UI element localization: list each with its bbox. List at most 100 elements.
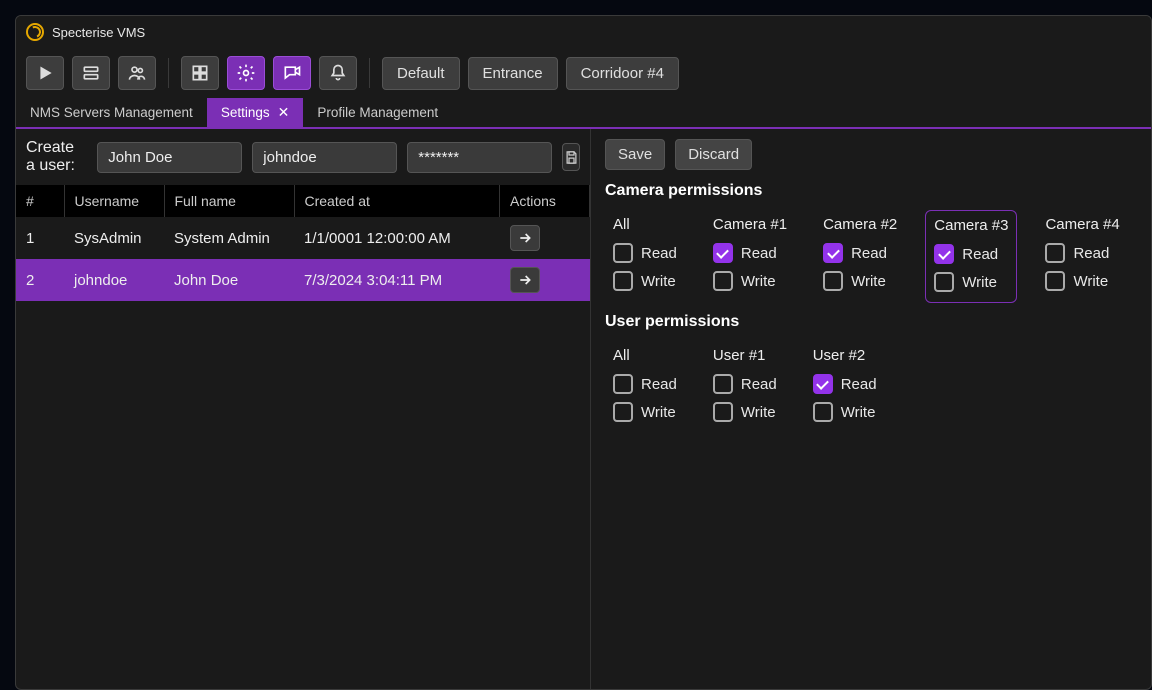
table-row[interactable]: 2johndoeJohn Doe7/3/2024 3:04:11 PM: [16, 259, 590, 301]
grid-button[interactable]: [181, 56, 219, 90]
write-checkbox[interactable]: [823, 271, 843, 291]
user-permissions-title: User permissions: [605, 313, 1137, 331]
write-checkbox[interactable]: [713, 271, 733, 291]
table-row[interactable]: 1SysAdminSystem Admin1/1/0001 12:00:00 A…: [16, 217, 590, 259]
camera-permissions-title: Camera permissions: [605, 182, 1137, 200]
cell-created: 7/3/2024 3:04:11 PM: [294, 259, 500, 301]
open-user-button[interactable]: [510, 267, 540, 293]
write-checkbox[interactable]: [613, 271, 633, 291]
tab-label: Settings: [221, 105, 270, 120]
permission-column-title: Camera #2: [823, 216, 897, 233]
read-checkbox[interactable]: [1045, 243, 1065, 263]
cell-num: 2: [16, 259, 64, 301]
col-num: #: [16, 185, 64, 217]
write-checkbox[interactable]: [813, 402, 833, 422]
write-label: Write: [1073, 273, 1108, 290]
read-label: Read: [851, 245, 887, 262]
permission-read-row: Read: [823, 243, 897, 263]
read-checkbox[interactable]: [713, 243, 733, 263]
tab-profile-management[interactable]: Profile Management: [303, 98, 452, 127]
read-checkbox[interactable]: [713, 374, 733, 394]
toolbar-separator: [168, 58, 169, 88]
permission-column-title: All: [613, 347, 677, 364]
open-user-button[interactable]: [510, 225, 540, 251]
permission-column: Camera #3ReadWrite: [925, 210, 1017, 303]
settings-gear-button[interactable]: [227, 56, 265, 90]
permission-column-title: Camera #3: [934, 217, 1008, 234]
permission-write-row: Write: [713, 402, 777, 422]
servers-button[interactable]: [72, 56, 110, 90]
permission-read-row: Read: [813, 374, 877, 394]
col-fullname: Full name: [164, 185, 294, 217]
permission-column: User #1 Read Write: [705, 341, 785, 432]
app-window: Specterise VMS Default Entrance Corridoo…: [15, 15, 1152, 690]
write-checkbox[interactable]: [713, 402, 733, 422]
permission-write-row: Write: [823, 271, 897, 291]
tab-settings[interactable]: Settings ✕: [207, 98, 304, 127]
username-field[interactable]: [252, 142, 397, 173]
permission-read-row: Read: [613, 374, 677, 394]
layout-default-button[interactable]: Default: [382, 57, 460, 90]
cell-fullname: John Doe: [164, 259, 294, 301]
titlebar: Specterise VMS: [16, 16, 1151, 48]
password-field[interactable]: [407, 142, 552, 173]
write-label: Write: [841, 404, 876, 421]
read-checkbox[interactable]: [934, 244, 954, 264]
table-header-row: # Username Full name Created at Actions: [16, 185, 590, 217]
close-icon[interactable]: ✕: [278, 104, 290, 121]
read-checkbox[interactable]: [613, 243, 633, 263]
tab-nms-servers[interactable]: NMS Servers Management: [16, 98, 207, 127]
cell-fullname: System Admin: [164, 217, 294, 259]
read-label: Read: [641, 376, 677, 393]
permissions-pane: Save Discard Camera permissions All Read W…: [591, 129, 1151, 689]
read-label: Read: [741, 376, 777, 393]
app-title: Specterise VMS: [52, 25, 145, 40]
layout-corridoor4-button[interactable]: Corridoor #4: [566, 57, 679, 90]
cell-num: 1: [16, 217, 64, 259]
discard-button[interactable]: Discard: [675, 139, 752, 170]
permission-column: Camera #4ReadWrite: [1037, 210, 1127, 303]
users-button[interactable]: [118, 56, 156, 90]
write-checkbox[interactable]: [934, 272, 954, 292]
read-checkbox[interactable]: [823, 243, 843, 263]
fullname-field[interactable]: [97, 142, 242, 173]
layout-entrance-button[interactable]: Entrance: [468, 57, 558, 90]
permission-column-title: Camera #1: [713, 216, 787, 233]
app-logo-icon: [26, 23, 44, 41]
permission-write-row: Write: [813, 402, 877, 422]
permission-read-row: Read: [713, 374, 777, 394]
users-table: # Username Full name Created at Actions …: [16, 185, 590, 301]
cell-actions: [500, 217, 590, 259]
col-username: Username: [64, 185, 164, 217]
permission-column-title: User #1: [713, 347, 777, 364]
permission-column: All Read Write: [605, 210, 685, 303]
permission-write-row: Write: [713, 271, 787, 291]
create-user-label: Create a user:: [26, 139, 87, 175]
read-checkbox[interactable]: [613, 374, 633, 394]
tab-label: NMS Servers Management: [30, 105, 193, 120]
play-button[interactable]: [26, 56, 64, 90]
panel-actions: Save Discard: [605, 139, 1137, 170]
permission-write-row: Write: [613, 271, 677, 291]
read-checkbox[interactable]: [813, 374, 833, 394]
bell-button[interactable]: [319, 56, 357, 90]
permission-column-title: All: [613, 216, 677, 233]
save-button[interactable]: Save: [605, 139, 665, 170]
permission-read-row: Read: [713, 243, 787, 263]
write-label: Write: [641, 404, 676, 421]
camera-chat-button[interactable]: [273, 56, 311, 90]
permission-read-row: Read: [1045, 243, 1119, 263]
permission-write-row: Write: [934, 272, 1008, 292]
permission-column: All Read Write: [605, 341, 685, 432]
toolbar-separator: [369, 58, 370, 88]
write-checkbox[interactable]: [1045, 271, 1065, 291]
users-pane: Create a user: # Username Full name Crea…: [16, 129, 591, 689]
cell-created: 1/1/0001 12:00:00 AM: [294, 217, 500, 259]
user-permissions-grid: AllReadWriteUser #1ReadWriteUser #2ReadW…: [605, 341, 1137, 432]
create-user-save-button[interactable]: [562, 143, 580, 171]
write-label: Write: [641, 273, 676, 290]
write-checkbox[interactable]: [613, 402, 633, 422]
write-label: Write: [741, 273, 776, 290]
permission-column: User #2ReadWrite: [805, 341, 885, 432]
permission-read-row: Read: [613, 243, 677, 263]
